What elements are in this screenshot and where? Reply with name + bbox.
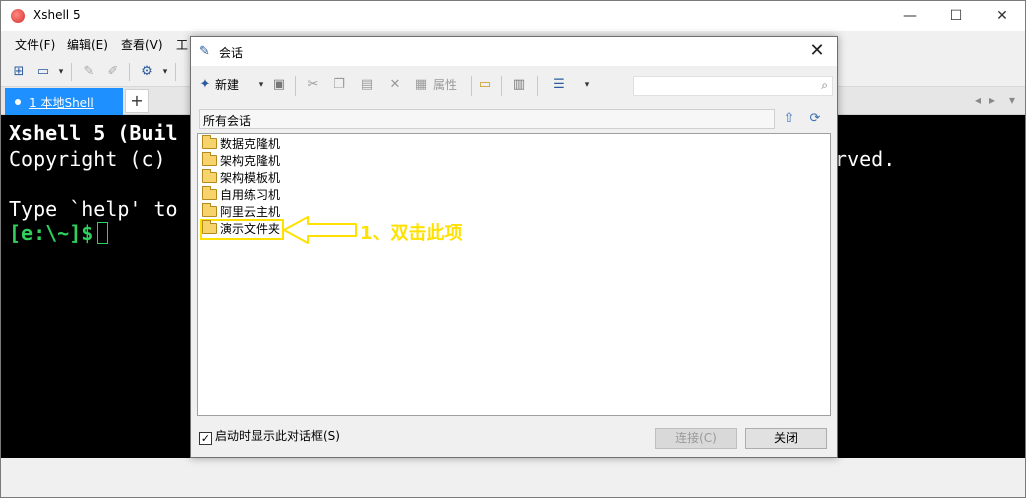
folder-label: 架构克隆机 xyxy=(220,154,281,168)
folder-item[interactable]: 数据克隆机 xyxy=(202,135,281,153)
copy-icon[interactable]: ❐ xyxy=(331,76,347,94)
folder-label: 阿里云主机 xyxy=(220,205,281,219)
tab-status-dot-icon xyxy=(15,99,21,105)
folder-item[interactable]: 架构克隆机 xyxy=(202,152,281,170)
startup-checkbox-label: 启动时显示此对话框(S) xyxy=(215,429,340,443)
dialog-title: 会话 xyxy=(219,46,244,60)
properties-button[interactable]: 属性 xyxy=(433,76,457,94)
sessions-icon: ✎ xyxy=(199,44,210,59)
annotation-text: 1、双击此项 xyxy=(360,223,463,244)
maximize-button[interactable]: ☐ xyxy=(933,1,979,31)
toolbar-separator xyxy=(129,63,130,81)
startup-checkbox[interactable]: ✓ xyxy=(199,432,212,445)
paste-icon[interactable]: ▤ xyxy=(359,76,375,94)
disconnect-icon[interactable]: ✐ xyxy=(105,64,121,80)
toolbar-separator xyxy=(175,63,176,81)
toolbar-separator xyxy=(501,76,502,96)
terminal-line: Xshell 5 (Buil xyxy=(9,121,178,145)
terminal-cursor xyxy=(97,222,109,244)
folder-icon xyxy=(202,220,217,234)
menu-view[interactable]: 查看(V) xyxy=(121,36,163,53)
menu-tools[interactable]: 工 xyxy=(176,36,188,53)
session-path-bar: 所有会话 xyxy=(199,109,775,129)
properties-icon[interactable]: ▦ xyxy=(413,76,429,94)
folder-icon xyxy=(202,186,217,200)
tab-local-shell[interactable]: 1 本地Shell xyxy=(5,88,123,115)
save-icon[interactable]: ▣ xyxy=(271,76,287,94)
terminal-line: Type `help' to xyxy=(9,197,178,221)
terminal-line: Copyright (c) xyxy=(9,147,166,171)
minimize-button[interactable]: — xyxy=(887,1,933,31)
terminal-prompt: [e:\~]$ xyxy=(9,221,94,245)
tab-label: 1 本地Shell xyxy=(29,96,94,110)
go-up-folder-icon[interactable]: ⇧ xyxy=(779,109,799,129)
folder-icon xyxy=(202,203,217,217)
open-folder-icon[interactable]: ▭ xyxy=(35,64,51,80)
startup-checkbox-row[interactable]: ✓ 启动时显示此对话框(S) xyxy=(199,429,340,445)
search-icon: ⌕ xyxy=(821,78,828,92)
folder-icon xyxy=(202,152,217,166)
toolbar-separator xyxy=(537,76,538,96)
tab-next-icon[interactable]: ▸ xyxy=(989,93,995,107)
settings-icon[interactable]: ⚙ xyxy=(139,64,155,80)
close-window-button[interactable]: ✕ xyxy=(979,1,1025,31)
folder-icon xyxy=(202,169,217,183)
connect-icon[interactable]: ✎ xyxy=(81,64,97,80)
new-session-icon[interactable]: ✦ xyxy=(197,76,213,94)
folder-item[interactable]: 自用练习机 xyxy=(202,186,281,204)
session-search-box[interactable]: ⌕ xyxy=(633,76,833,96)
close-dialog-button[interactable]: 关闭 xyxy=(745,428,827,449)
session-list: 数据克隆机 架构克隆机 架构模板机 自用练习机 阿里云主机 演示文件夹 xyxy=(197,133,831,416)
export-icon[interactable]: ▥ xyxy=(511,76,527,94)
new-session-icon[interactable]: ⊞ xyxy=(11,64,27,80)
dialog-title-bar: ✎ 会话 ✕ xyxy=(191,37,837,66)
terminal-prompt-line: [e:\~]$ xyxy=(9,221,109,245)
folder-item[interactable]: 阿里云主机 xyxy=(202,203,281,221)
folder-label: 自用练习机 xyxy=(220,188,281,202)
toolbar-separator xyxy=(71,63,72,81)
tab-menu-icon[interactable]: ▾ xyxy=(1009,93,1015,107)
folder-label: 演示文件夹 xyxy=(220,222,281,236)
xshell-logo-icon xyxy=(11,9,25,23)
view-dropdown-icon[interactable]: ▾ xyxy=(579,76,595,94)
open-dropdown-icon[interactable]: ▾ xyxy=(53,64,69,80)
new-dropdown-icon[interactable]: ▾ xyxy=(253,76,269,94)
folder-label: 数据克隆机 xyxy=(220,137,281,151)
folder-icon xyxy=(202,135,217,149)
menu-file[interactable]: 文件(F) xyxy=(15,36,55,53)
status-bar xyxy=(1,458,1025,497)
annotation-arrow-shape xyxy=(283,216,357,244)
toolbar-separator xyxy=(471,76,472,96)
folder-label: 架构模板机 xyxy=(220,171,281,185)
session-path: 所有会话 xyxy=(203,114,252,128)
dialog-close-button[interactable]: ✕ xyxy=(803,39,831,63)
title-bar: Xshell 5 — ☐ ✕ xyxy=(1,1,1025,31)
annotation-arrow xyxy=(283,216,357,244)
add-tab-button[interactable]: + xyxy=(125,89,149,113)
view-list-icon[interactable]: ☰ xyxy=(551,76,567,94)
new-folder-icon[interactable]: ▭ xyxy=(477,76,493,94)
tab-prev-icon[interactable]: ◂ xyxy=(975,93,981,107)
refresh-icon[interactable]: ⟳ xyxy=(805,109,825,129)
new-session-button[interactable]: 新建 xyxy=(215,76,239,94)
window-title: Xshell 5 xyxy=(33,8,81,22)
settings-dropdown-icon[interactable]: ▾ xyxy=(157,64,173,80)
delete-icon[interactable]: ✕ xyxy=(387,76,403,94)
folder-item[interactable]: 架构模板机 xyxy=(202,169,281,187)
toolbar-separator xyxy=(295,76,296,96)
menu-edit[interactable]: 编辑(E) xyxy=(67,36,108,53)
folder-item-selected[interactable]: 演示文件夹 xyxy=(199,219,285,240)
cut-icon[interactable]: ✂ xyxy=(305,76,321,94)
connect-button[interactable]: 连接(C) xyxy=(655,428,737,449)
